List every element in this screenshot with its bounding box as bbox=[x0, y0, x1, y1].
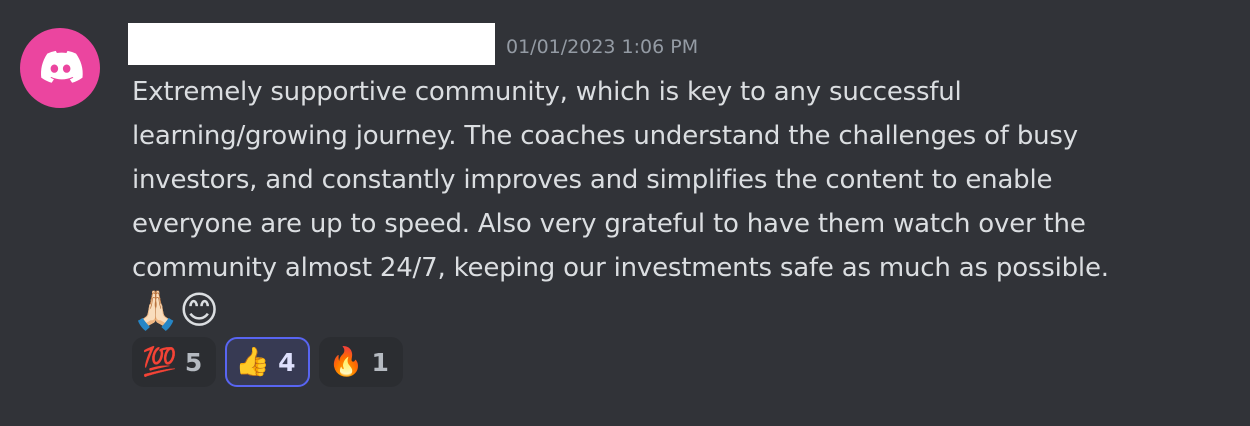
message-line: investors, and constantly improves and s… bbox=[132, 165, 1053, 195]
user-avatar[interactable] bbox=[20, 28, 100, 108]
reaction-fire[interactable]: 🔥 1 bbox=[318, 337, 403, 387]
chat-message: 01/01/2023 1:06 PM Extremely supportive … bbox=[0, 0, 1250, 426]
reaction-hundred[interactable]: 💯 5 bbox=[132, 337, 217, 387]
message-timestamp: 01/01/2023 1:06 PM bbox=[506, 36, 699, 58]
message-line: community almost 24/7, keeping our inves… bbox=[132, 253, 1109, 283]
hundred-points-icon: 💯 bbox=[142, 345, 177, 378]
message-emojis: 🙏🏻😊 bbox=[132, 288, 219, 332]
fire-icon: 🔥 bbox=[328, 345, 364, 378]
discord-logo-icon bbox=[41, 50, 83, 83]
reaction-count: 1 bbox=[371, 347, 389, 377]
message-line: learning/growing journey. The coaches un… bbox=[132, 121, 1078, 151]
reaction-count: 4 bbox=[278, 347, 296, 377]
thumbs-up-icon: 👍 bbox=[235, 345, 271, 378]
reaction-thumbs-up[interactable]: 👍 4 bbox=[225, 337, 310, 387]
reaction-bar: 💯 5 👍 4 🔥 1 bbox=[132, 337, 403, 387]
message-line: Extremely supportive community, which is… bbox=[132, 77, 962, 107]
message-content: Extremely supportive community, which is… bbox=[132, 70, 1232, 290]
message-line: everyone are up to speed. Also very grat… bbox=[132, 209, 1086, 239]
reaction-count: 5 bbox=[184, 347, 203, 377]
username-redacted[interactable] bbox=[128, 23, 495, 65]
